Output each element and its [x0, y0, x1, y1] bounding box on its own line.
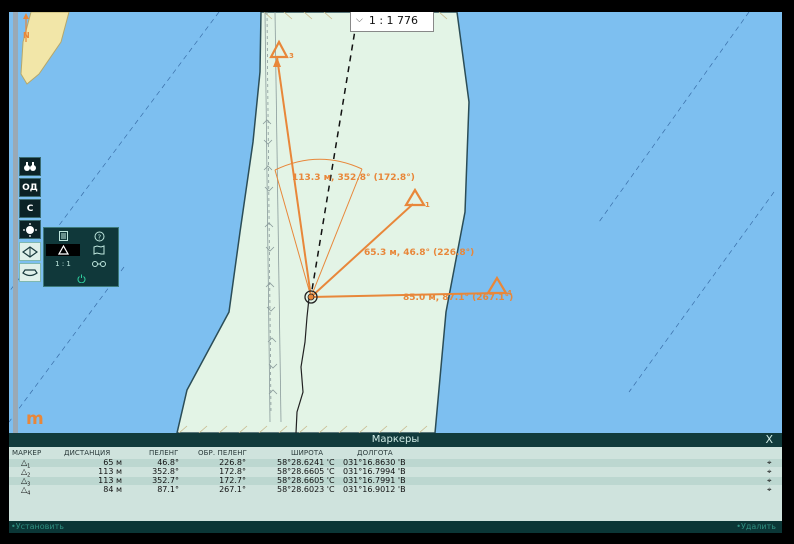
chart-map[interactable]: ⌵ 1 : 1 776 N 113.3 м, 352.8° (172.8°) 6… [9, 12, 782, 433]
row-distance: 84 м [103, 485, 122, 494]
close-icon[interactable]: X [765, 433, 773, 447]
marker-number-1: 1 [425, 201, 430, 209]
list-icon[interactable] [46, 230, 80, 242]
measure-label-2: 113.3 м, 352.8° (172.8°) [292, 173, 415, 183]
measure-label-1: 65.3 м, 46.8° (226.8°) [364, 248, 475, 258]
row-reverse: 172.7° [219, 476, 246, 485]
col-reverse-bearing: ОБР. ПЕЛЕНГ [198, 449, 247, 457]
map-canvas[interactable] [9, 12, 782, 433]
row-longitude: 031°16.9012 'В [343, 485, 406, 494]
table-row[interactable]: △2 113 м 352.8° 172.8° 58°28.6605 'С 031… [9, 467, 782, 479]
ship-icon [22, 268, 38, 276]
map-layer-icon [22, 245, 38, 258]
row-latitude: 58°28.6241 'С [277, 458, 335, 467]
table-row[interactable]: △1 65 м 46.8° 226.8° 58°28.6241 'С 031°1… [9, 458, 782, 470]
power-icon[interactable] [64, 272, 98, 284]
marker-triangle-icon: △4 [21, 485, 31, 497]
markers-panel-header: Маркеры X [9, 433, 782, 447]
distance-icon[interactable] [82, 258, 116, 270]
ship-button[interactable] [19, 263, 41, 282]
row-reverse: 226.8° [219, 458, 246, 467]
col-marker: МАРКЕР [12, 449, 42, 457]
binoculars-button[interactable] [19, 157, 41, 176]
app-logo: m [26, 409, 44, 429]
marker-number-4: 4 [507, 289, 512, 297]
row-reverse: 267.1° [219, 485, 246, 494]
set-marker-button[interactable]: •Установить [11, 521, 64, 533]
map-layer-button[interactable] [19, 242, 41, 261]
row-bearing: 87.1° [157, 485, 179, 494]
panel-title: Маркеры [371, 434, 420, 445]
col-latitude: ШИРОТА [291, 449, 324, 457]
row-latitude: 58°28.6605 'С [277, 467, 335, 476]
marker-number-3: 3 [289, 52, 294, 60]
row-latitude: 58°28.6023 'С [277, 485, 335, 494]
table-row[interactable]: △4 84 м 87.1° 267.1° 58°28.6023 'С 031°1… [9, 485, 782, 497]
map-marker-icon[interactable] [82, 244, 116, 256]
col-longitude: ДОЛГОТА [357, 449, 393, 457]
table-row[interactable]: △3 113 м 352.7° 172.7° 58°28.6605 'С 031… [9, 476, 782, 488]
row-latitude: 58°28.6605 'С [277, 476, 335, 485]
row-bearing: 352.7° [152, 476, 179, 485]
brightness-icon [23, 222, 37, 237]
row-bearing: 352.8° [152, 467, 179, 476]
brightness-button[interactable] [19, 220, 41, 239]
ruler-label: 1 : 1 [55, 260, 71, 268]
ruler-map-icon[interactable]: 1 : 1 [46, 258, 80, 270]
bottom-edge [0, 533, 794, 544]
delete-marker-button[interactable]: •Удалить [736, 521, 776, 533]
row-longitude: 031°16.7994 'В [343, 467, 406, 476]
od-button[interactable]: ОД [19, 178, 41, 197]
measure-label-4: 85.0 м, 87.1° (267.1°) [403, 293, 514, 303]
scale-value: 1 : 1 776 [368, 13, 419, 27]
row-bearing: 46.8° [157, 458, 179, 467]
row-longitude: 031°16.7991 'В [343, 476, 406, 485]
tools-flyout: ? 1 : 1 [43, 227, 119, 287]
binoculars-icon [24, 162, 36, 171]
row-distance: 65 м [103, 458, 122, 467]
row-reverse: 172.8° [219, 467, 246, 476]
north-label: N [23, 31, 30, 40]
row-longitude: 031°16.8630 'В [343, 458, 406, 467]
row-distance: 113 м [98, 467, 122, 476]
help-icon[interactable]: ? [82, 230, 116, 242]
chevron-down-icon: ⌵ [356, 15, 363, 25]
island-shape [20, 12, 70, 85]
markers-panel-footer: •Установить •Удалить [9, 521, 782, 533]
svg-text:?: ? [97, 233, 101, 241]
marker-icon[interactable] [46, 244, 80, 256]
col-distance: ДИСТАНЦИЯ [64, 449, 111, 457]
zoom-slider-bar [13, 12, 18, 433]
markers-table: МАРКЕР ДИСТАНЦИЯ ПЕЛЕНГ ОБР. ПЕЛЕНГ ШИРО… [9, 447, 782, 521]
c-button[interactable]: С [19, 199, 41, 218]
row-distance: 113 м [98, 476, 122, 485]
col-bearing: ПЕЛЕНГ [149, 449, 179, 457]
scale-selector[interactable]: ⌵ 1 : 1 776 [350, 12, 434, 32]
locate-pin-icon[interactable]: ⌖ [767, 485, 772, 495]
